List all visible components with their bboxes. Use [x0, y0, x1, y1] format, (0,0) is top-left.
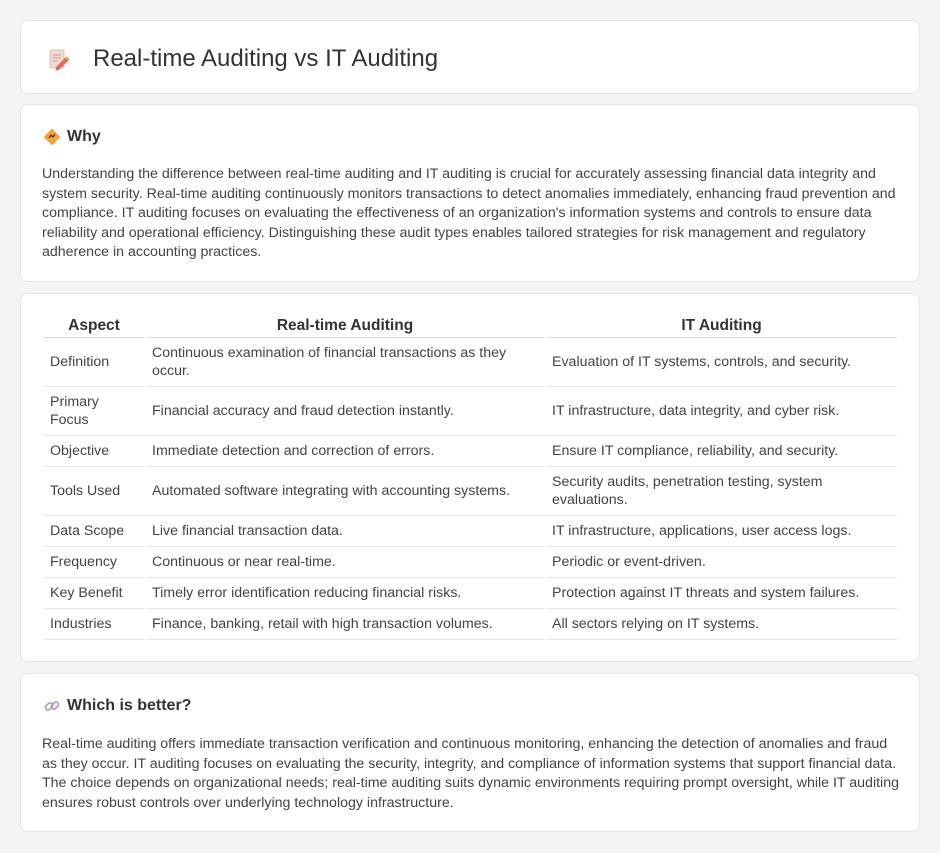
aspect-cell: Objective: [44, 436, 144, 467]
why-text: Understanding the difference between rea…: [42, 166, 896, 261]
which-is-better-section: Which is better? Real-time auditing offe…: [20, 673, 920, 832]
edit-document-icon: [47, 47, 71, 71]
aspect-cell: Tools Used: [44, 467, 144, 516]
table-row: Objective Immediate detection and correc…: [44, 436, 897, 467]
aspect-cell: Definition: [44, 338, 144, 387]
column-header-aspect: Aspect: [44, 314, 144, 338]
table-header-row: Aspect Real-time Auditing IT Auditing: [44, 314, 897, 338]
better-heading-row: Which is better?: [43, 696, 191, 716]
it-cell: All sectors relying on IT systems.: [546, 609, 897, 640]
diamond-sign-icon: [43, 128, 61, 146]
real-time-cell: Automated software integrating with acco…: [146, 467, 544, 516]
table-row: Tools Used Automated software integratin…: [44, 467, 897, 516]
real-time-cell: Immediate detection and correction of er…: [146, 436, 544, 467]
table-row: Key Benefit Timely error identification …: [44, 578, 897, 609]
table-row: Frequency Continuous or near real-time. …: [44, 547, 897, 578]
real-time-cell: Continuous or near real-time.: [146, 547, 544, 578]
better-heading: Which is better?: [67, 697, 192, 714]
aspect-cell: Key Benefit: [44, 578, 144, 609]
real-time-cell: Financial accuracy and fraud detection i…: [146, 387, 544, 436]
column-header-real-time: Real-time Auditing: [146, 314, 544, 338]
header-card: Real-time Auditing vs IT Auditing: [20, 20, 920, 94]
it-cell: IT infrastructure, data integrity, and c…: [546, 387, 897, 436]
real-time-cell: Timely error identification reducing fin…: [146, 578, 544, 609]
it-cell: Security audits, penetration testing, sy…: [546, 467, 897, 516]
column-header-it: IT Auditing: [546, 314, 897, 338]
why-section: Why Understanding the difference between…: [20, 104, 920, 282]
better-text: Real-time auditing offers immediate tran…: [42, 736, 899, 811]
it-cell: Evaluation of IT systems, controls, and …: [546, 338, 897, 387]
table-row: Industries Finance, banking, retail with…: [44, 609, 897, 640]
aspect-cell: Data Scope: [44, 516, 144, 547]
aspect-cell: Frequency: [44, 547, 144, 578]
table-row: Definition Continuous examination of fin…: [44, 338, 897, 387]
it-cell: IT infrastructure, applications, user ac…: [546, 516, 897, 547]
why-heading-row: Why: [43, 127, 101, 147]
it-cell: Periodic or event-driven.: [546, 547, 897, 578]
link-icon: [43, 697, 61, 715]
aspect-cell: Primary Focus: [44, 387, 144, 436]
aspect-cell: Industries: [44, 609, 144, 640]
real-time-cell: Finance, banking, retail with high trans…: [146, 609, 544, 640]
table-row: Data Scope Live financial transaction da…: [44, 516, 897, 547]
comparison-section: Aspect Real-time Auditing IT Auditing De…: [20, 293, 920, 662]
table-row: Primary Focus Financial accuracy and fra…: [44, 387, 897, 436]
real-time-cell: Live financial transaction data.: [146, 516, 544, 547]
page-title: Real-time Auditing vs IT Auditing: [93, 45, 439, 72]
why-heading: Why: [67, 128, 101, 145]
it-cell: Ensure IT compliance, reliability, and s…: [546, 436, 897, 467]
it-cell: Protection against IT threats and system…: [546, 578, 897, 609]
real-time-cell: Continuous examination of financial tran…: [146, 338, 544, 387]
comparison-table: Aspect Real-time Auditing IT Auditing De…: [42, 314, 899, 640]
